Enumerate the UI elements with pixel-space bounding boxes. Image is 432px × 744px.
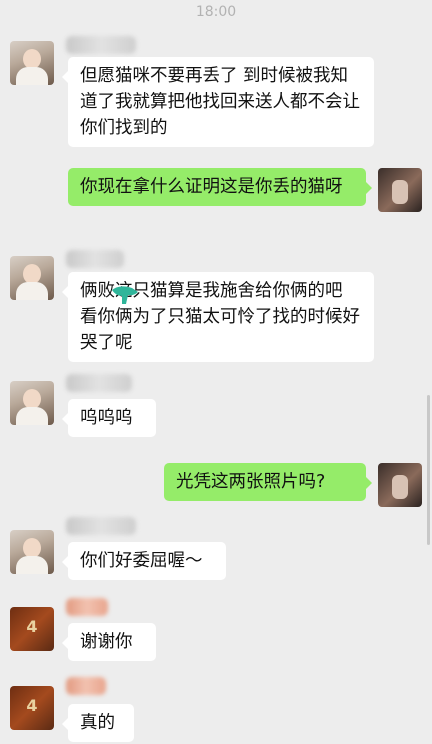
sender-name-blurred xyxy=(66,36,136,54)
sender-name-blurred xyxy=(66,598,108,616)
sender-name-blurred xyxy=(66,374,132,392)
hand-sticker-icon xyxy=(112,286,138,304)
avatar[interactable] xyxy=(10,530,54,574)
avatar[interactable] xyxy=(378,168,422,212)
message-bubble[interactable]: 你现在拿什么证明这是你丢的猫呀 xyxy=(68,168,372,206)
avatar[interactable] xyxy=(10,607,54,651)
avatar[interactable] xyxy=(10,686,54,730)
message-bubble[interactable]: 真的 xyxy=(62,704,134,742)
avatar[interactable] xyxy=(10,41,54,85)
message-bubble[interactable]: 光凭这两张照片吗? xyxy=(164,463,372,501)
sender-name-blurred xyxy=(66,677,106,695)
scrollbar[interactable] xyxy=(427,395,430,545)
sender-name-blurred xyxy=(66,517,136,535)
sender-name-blurred xyxy=(66,250,124,268)
avatar[interactable] xyxy=(10,381,54,425)
message-bubble[interactable]: 谢谢你 xyxy=(62,623,156,661)
message-bubble[interactable]: 但愿猫咪不要再丢了 到时候被我知道了我就算把他找回来送人都不会让你们找到的 xyxy=(62,57,374,147)
avatar[interactable] xyxy=(10,256,54,300)
avatar[interactable] xyxy=(378,463,422,507)
message-bubble[interactable]: 呜呜呜 xyxy=(62,399,156,437)
timestamp: 18:00 xyxy=(195,4,237,20)
message-bubble[interactable]: 你们好委屈喔～ xyxy=(62,542,226,580)
